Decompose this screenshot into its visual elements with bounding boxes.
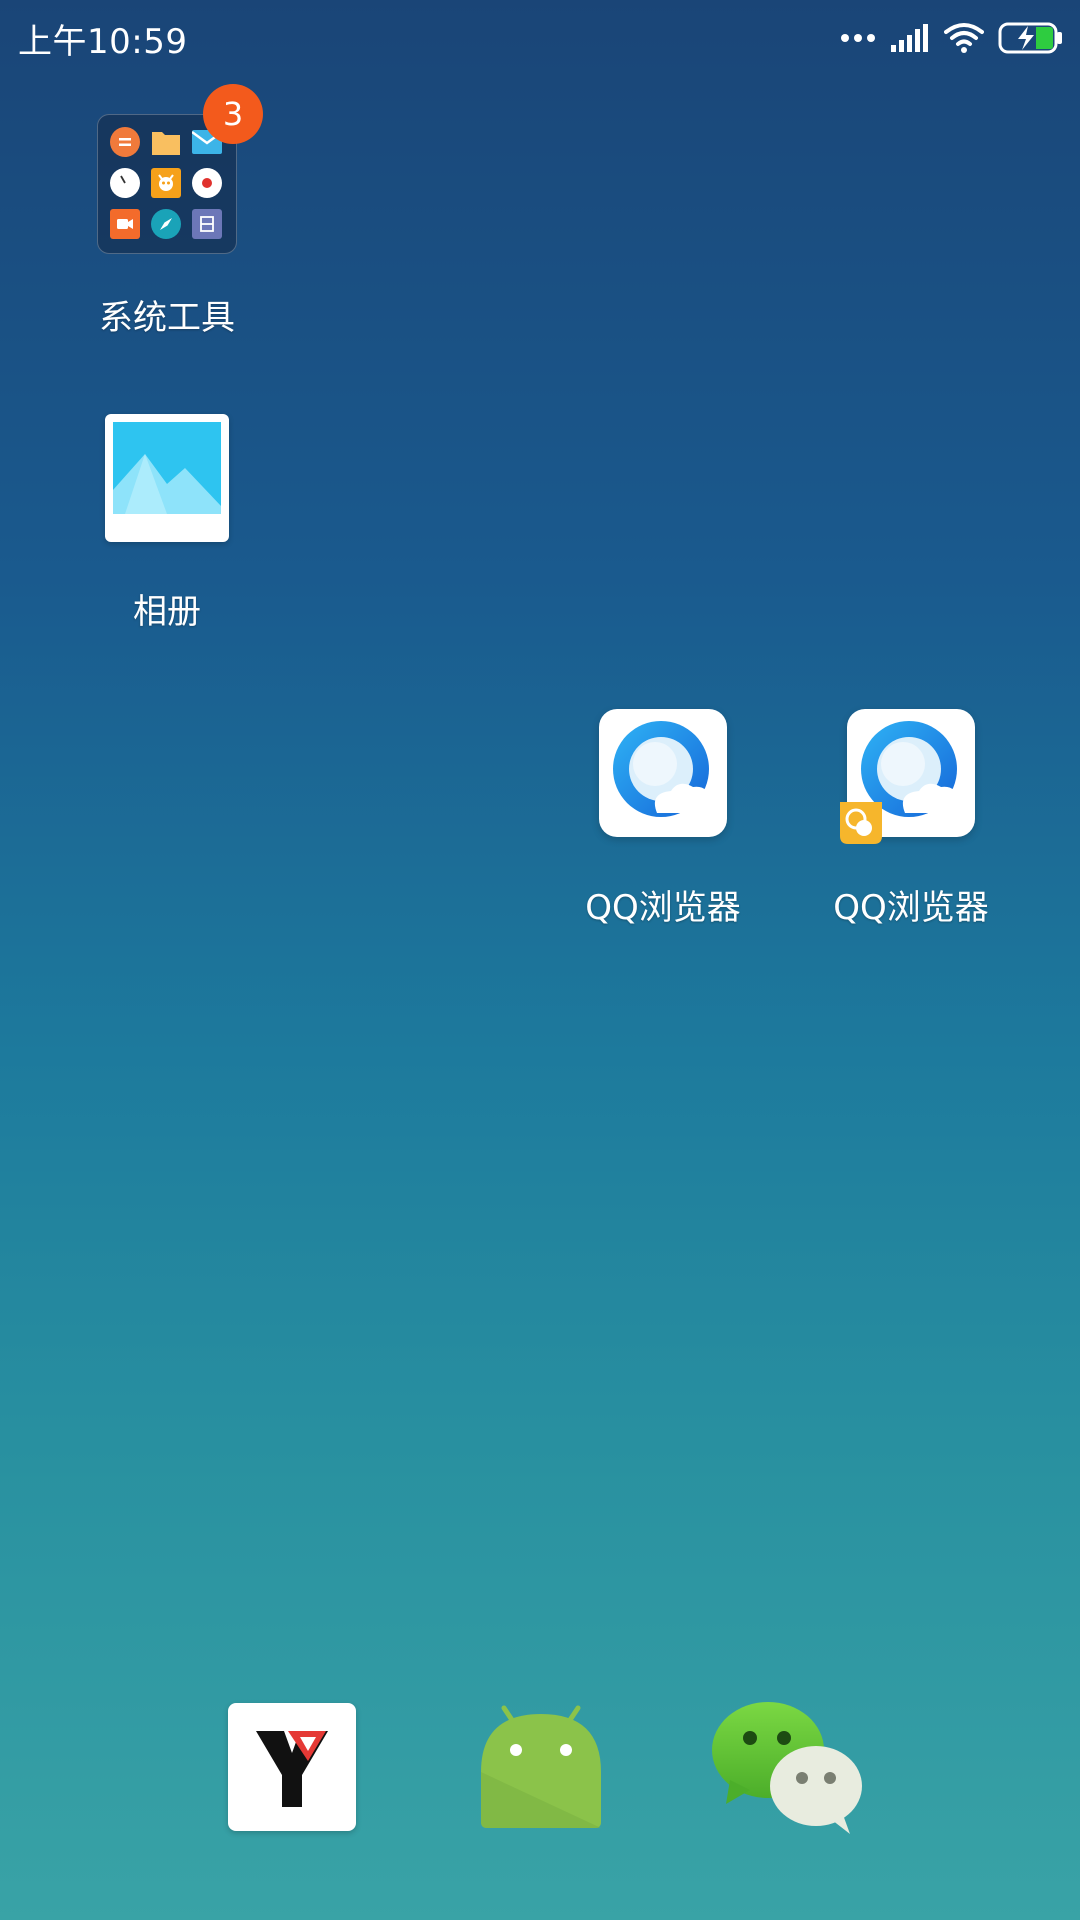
wechat-bubbles-icon <box>712 1702 862 1834</box>
calculator-icon <box>110 127 140 157</box>
security-icon <box>151 168 181 198</box>
folder-label-wrapper: 系统工具 <box>47 290 287 340</box>
status-icons <box>840 18 1064 58</box>
y-logo-icon <box>256 1731 328 1807</box>
recorder-icon <box>192 168 222 198</box>
folder-label: 系统工具 <box>99 298 235 338</box>
wifi-icon <box>944 23 984 53</box>
gallery-label-wrapper: 相册 <box>47 584 287 634</box>
qq-browser-clone-label: QQ浏览器 <box>833 888 989 928</box>
wechat-icon[interactable] <box>712 1700 864 1836</box>
gallery-label: 相册 <box>133 592 201 632</box>
clock-icon <box>110 168 140 198</box>
qq-browser-label: QQ浏览器 <box>585 888 741 928</box>
more-dots-icon <box>841 34 875 42</box>
gallery-picture-icon <box>113 422 221 514</box>
qq-browser-logo-icon <box>613 721 710 817</box>
android-robot-icon <box>481 1705 601 1828</box>
signal-icon <box>891 24 928 52</box>
battery-charging-icon <box>998 22 1062 54</box>
file-manager-icon <box>152 132 180 155</box>
gallery-icon[interactable] <box>105 414 229 542</box>
qq-browser-label-wrapper: QQ浏览器 <box>543 880 783 930</box>
compass-icon <box>151 209 181 239</box>
video-icon <box>110 209 140 239</box>
qq-browser-clone-label-wrapper: QQ浏览器 <box>791 880 1031 930</box>
status-bar: 上午10:59 <box>0 0 1080 74</box>
qq-browser-icon[interactable] <box>599 709 727 837</box>
clone-badge-icon <box>840 802 882 844</box>
android-app-icon[interactable] <box>474 1700 608 1834</box>
notification-badge: 3 <box>203 84 263 144</box>
y-app-icon[interactable] <box>228 1703 356 1831</box>
status-time: 上午10:59 <box>18 22 188 62</box>
scanner-icon <box>192 209 222 239</box>
